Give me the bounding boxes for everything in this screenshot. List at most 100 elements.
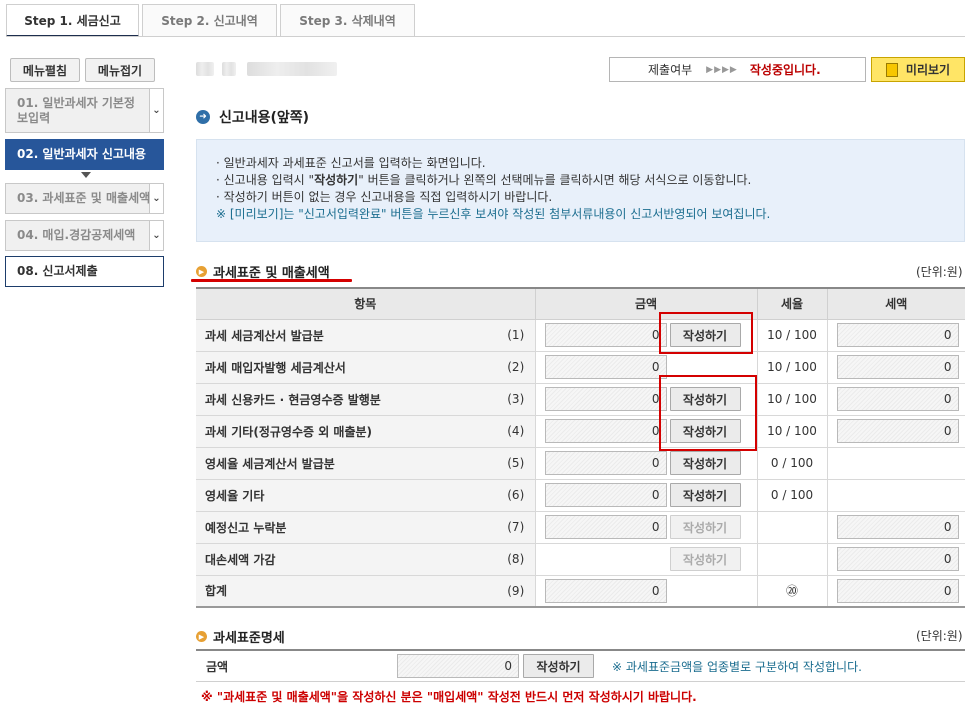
rate-cell: 10 / 100 [756, 383, 827, 416]
row-item-label: 예정신고 누락분 [196, 511, 497, 544]
arrow-right-icon: ➜ [196, 110, 210, 124]
page-title-text: 신고내용(앞쪽) [219, 110, 310, 126]
amount-cell: 0 작성하기 [534, 479, 757, 512]
collapse-menu-button[interactable]: 메뉴접기 [85, 58, 155, 82]
tab-step1[interactable]: Step 1. 세금신고 [6, 4, 139, 37]
tax-cell: 0 [826, 543, 965, 576]
std-amount-row: 금액 0 작성하기 ※ 과세표준금액을 업종별로 구분하여 작성합니다. [196, 649, 965, 682]
rate-cell: 10 / 100 [756, 351, 827, 384]
status-arrows: ▶▶▶▶ [706, 64, 738, 75]
sidebar-item-label: 03. 과세표준 및 매출세액 [17, 191, 151, 205]
bullet-icon: ▶ [196, 266, 207, 277]
bullet-icon: ▶ [196, 631, 207, 642]
row-item-label: 과세 신용카드 · 현금영수증 발행분 [196, 383, 497, 416]
amount-cell: 작성하기 [534, 543, 757, 576]
redacted-text [222, 62, 236, 76]
std-write-button[interactable]: 작성하기 [523, 654, 594, 678]
amount-input[interactable]: 0 [544, 515, 667, 539]
row-item-label: 과세 세금계산서 발급분 [196, 319, 497, 352]
info-text: · 신고내용 입력시 " [216, 173, 315, 187]
amount-input[interactable]: 0 [544, 387, 667, 411]
sidebar-item-submit[interactable]: 08. 신고서제출 [5, 256, 164, 287]
row-number: (6) [497, 479, 535, 512]
sidebar-item-label: 08. 신고서제출 [17, 264, 98, 278]
unit-label: (단위:원) [916, 265, 963, 279]
write-button[interactable]: 작성하기 [669, 451, 741, 475]
sidebar-item-report-content[interactable]: 02. 일반과세자 신고내용 [5, 139, 164, 170]
info-note: ※ [미리보기]는 "신고서입력완료" 버튼을 누르신후 보셔야 작성된 첨부서… [216, 207, 771, 221]
chevron-down-icon[interactable]: ⌄ [149, 184, 163, 213]
chevron-down-icon[interactable]: ⌄ [149, 221, 163, 250]
write-button[interactable]: 작성하기 [669, 515, 741, 539]
table-row: 과세 기타(정규영수증 외 매출분) (4) 0 작성하기 10 / 100 0 [196, 415, 965, 448]
sidebar-item-deduction[interactable]: 04. 매입.경감공제세액 ⌄ [5, 220, 164, 251]
rate-cell [756, 543, 827, 576]
tax-input[interactable]: 0 [836, 355, 959, 379]
tax-input[interactable]: 0 [836, 515, 959, 539]
tax-cell: 0 [826, 351, 965, 384]
status-value: 작성중입니다. [749, 63, 821, 77]
info-line: · 일반과세자 과세표준 신고서를 입력하는 화면입니다. [216, 156, 486, 170]
page-title: ➜ 신고내용(앞쪽) [196, 107, 309, 127]
highlight-box [659, 375, 757, 451]
tax-input[interactable]: 0 [836, 419, 959, 443]
amount-input[interactable]: 0 [544, 419, 667, 443]
rate-cell: 0 / 100 [756, 447, 827, 480]
redacted-text [247, 62, 337, 76]
tax-input[interactable]: 0 [836, 578, 959, 603]
amount-input[interactable]: 0 [544, 355, 667, 379]
expand-menu-button[interactable]: 메뉴펼침 [10, 58, 80, 82]
rate-cell: ⑳ [756, 575, 827, 608]
col-header-tax: 세액 [826, 287, 965, 320]
write-button[interactable]: 작성하기 [669, 547, 741, 571]
row-number: (3) [497, 383, 535, 416]
table-row: 합계 (9) 0 ⑳ 0 [196, 575, 965, 608]
tax-cell: 0 [826, 415, 965, 448]
chevron-down-icon[interactable]: ⌄ [149, 89, 163, 132]
preview-label: 미리보기 [905, 63, 951, 77]
amount-input[interactable]: 0 [544, 483, 667, 507]
sidebar-item-tax-base[interactable]: 03. 과세표준 및 매출세액 ⌄ [5, 183, 164, 214]
table-row: 영세율 기타 (6) 0 작성하기 0 / 100 [196, 479, 965, 512]
row-number: (7) [497, 511, 535, 544]
row-number: (5) [497, 447, 535, 480]
status-label: 제출여부 [648, 63, 693, 77]
tax-table: 항목 금액 세율 세액 과세 세금계산서 발급분 (1) 0 작성하기 10 / 100… [196, 287, 965, 608]
tab-step3[interactable]: Step 3. 삭제내역 [280, 4, 415, 37]
std-amount-label: 금액 [206, 659, 229, 674]
tax-input[interactable]: 0 [836, 387, 959, 411]
amount-input[interactable]: 0 [544, 578, 667, 603]
write-button[interactable]: 작성하기 [669, 483, 741, 507]
sidebar-item-basic-info[interactable]: 01. 일반과세자 기본정보입력 ⌄ [5, 88, 164, 133]
amount-input[interactable]: 0 [544, 451, 667, 475]
col-header-rate: 세율 [756, 287, 827, 320]
table-row: 영세율 세금계산서 발급분 (5) 0 작성하기 0 / 100 [196, 447, 965, 480]
amount-cell: 0 작성하기 [534, 447, 757, 480]
info-text: " 버튼을 클릭하거나 왼쪽의 선택메뉴를 클릭하시면 해당 서식으로 이동합니… [358, 173, 752, 187]
tab-divider [6, 36, 965, 37]
info-line: · 신고내용 입력시 "작성하기" 버튼을 클릭하거나 왼쪽의 선택메뉴를 클릭… [216, 172, 964, 189]
amount-input[interactable]: 0 [544, 323, 667, 347]
sidebar-item-label: 01. 일반과세자 기본정보입력 [17, 96, 135, 125]
amount-cell: 0 작성하기 [534, 511, 757, 544]
preview-button[interactable]: 미리보기 [871, 57, 965, 82]
amount-cell: 0 [534, 575, 757, 608]
table-row: 과세 세금계산서 발급분 (1) 0 작성하기 10 / 100 0 [196, 319, 965, 352]
table-row: 대손세액 가감 (8) 작성하기 0 [196, 543, 965, 576]
row-number: (4) [497, 415, 535, 448]
tax-cell: 0 [826, 319, 965, 352]
highlight-box [659, 312, 753, 354]
row-item-label: 영세율 기타 [196, 479, 497, 512]
tab-step2[interactable]: Step 2. 신고내역 [142, 4, 277, 37]
row-item-label: 과세 매입자발행 세금계산서 [196, 351, 497, 384]
std-amount-input[interactable]: 0 [397, 654, 519, 678]
row-number: (8) [497, 543, 535, 576]
warning-text: ※ "과세표준 및 매출세액"을 작성하신 분은 "매입세액" 작성전 반드시 … [201, 690, 697, 704]
rate-cell: 10 / 100 [756, 415, 827, 448]
rate-cell: 10 / 100 [756, 319, 827, 352]
sidebar-item-label: 04. 매입.경감공제세액 [17, 228, 136, 242]
tax-input[interactable]: 0 [836, 547, 959, 571]
tax-input[interactable]: 0 [836, 323, 959, 347]
row-item-label: 합계 [196, 575, 497, 608]
info-line: · 작성하기 버튼이 없는 경우 신고내용을 직접 입력하시기 바랍니다. [216, 190, 553, 204]
